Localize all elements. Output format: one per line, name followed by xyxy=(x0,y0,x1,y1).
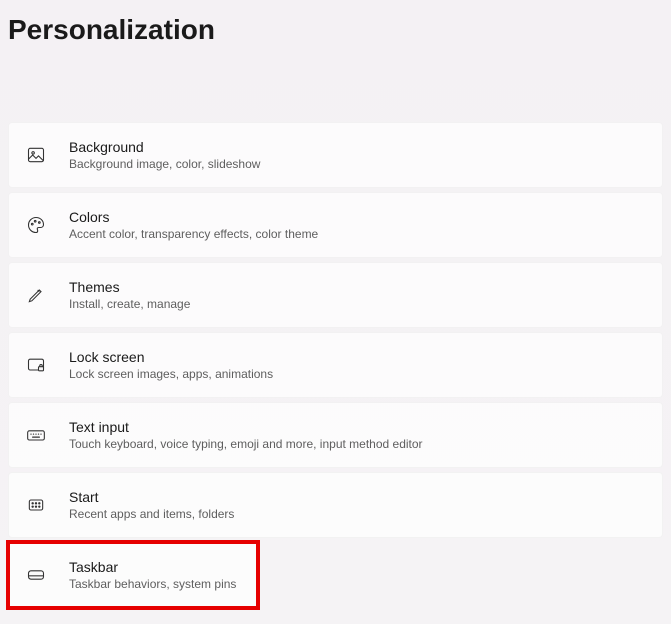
setting-desc: Background image, color, slideshow xyxy=(69,157,260,171)
setting-title: Text input xyxy=(69,419,423,435)
setting-title: Start xyxy=(69,489,234,505)
setting-title: Lock screen xyxy=(69,349,273,365)
setting-item-start[interactable]: Start Recent apps and items, folders xyxy=(8,472,663,538)
setting-item-textinput[interactable]: Text input Touch keyboard, voice typing,… xyxy=(8,402,663,468)
setting-item-background[interactable]: Background Background image, color, slid… xyxy=(8,122,663,188)
setting-desc: Touch keyboard, voice typing, emoji and … xyxy=(69,437,423,451)
setting-item-lockscreen[interactable]: Lock screen Lock screen images, apps, an… xyxy=(8,332,663,398)
taskbar-icon xyxy=(25,564,47,586)
setting-text: Start Recent apps and items, folders xyxy=(69,489,234,521)
palette-icon xyxy=(25,214,47,236)
setting-text: Text input Touch keyboard, voice typing,… xyxy=(69,419,423,451)
setting-desc: Taskbar behaviors, system pins xyxy=(69,577,236,591)
setting-desc: Accent color, transparency effects, colo… xyxy=(69,227,318,241)
setting-desc: Install, create, manage xyxy=(69,297,190,311)
setting-text: Lock screen Lock screen images, apps, an… xyxy=(69,349,273,381)
setting-desc: Recent apps and items, folders xyxy=(69,507,234,521)
setting-text: Themes Install, create, manage xyxy=(69,279,190,311)
setting-item-colors[interactable]: Colors Accent color, transparency effect… xyxy=(8,192,663,258)
setting-title: Background xyxy=(69,139,260,155)
pen-icon xyxy=(25,284,47,306)
image-icon xyxy=(25,144,47,166)
start-icon xyxy=(25,494,47,516)
setting-item-themes[interactable]: Themes Install, create, manage xyxy=(8,262,663,328)
setting-desc: Lock screen images, apps, animations xyxy=(69,367,273,381)
settings-list: Background Background image, color, slid… xyxy=(0,122,671,608)
setting-title: Themes xyxy=(69,279,190,295)
setting-item-taskbar[interactable]: Taskbar Taskbar behaviors, system pins xyxy=(8,542,258,608)
setting-title: Colors xyxy=(69,209,318,225)
lockscreen-icon xyxy=(25,354,47,376)
setting-text: Colors Accent color, transparency effect… xyxy=(69,209,318,241)
setting-text: Taskbar Taskbar behaviors, system pins xyxy=(69,559,236,591)
keyboard-icon xyxy=(25,424,47,446)
setting-title: Taskbar xyxy=(69,559,236,575)
setting-text: Background Background image, color, slid… xyxy=(69,139,260,171)
page-title: Personalization xyxy=(0,0,671,46)
